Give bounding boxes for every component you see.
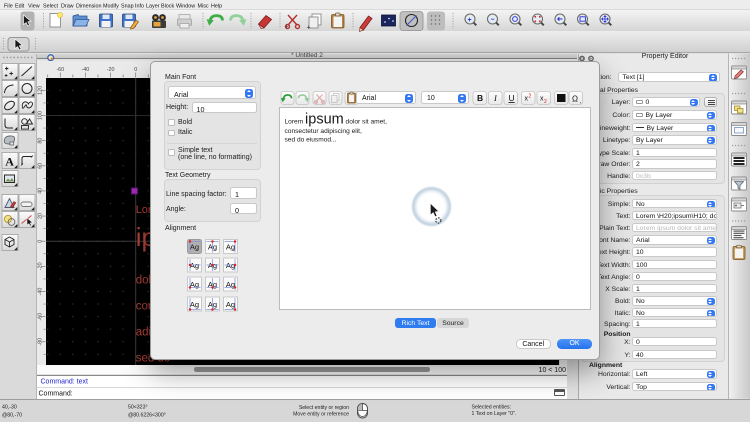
svg-text:40: 40 [38,187,44,193]
svg-text:@80,-70: @80,-70 [2,412,22,418]
svg-text:10 < 100: 10 < 100 [539,367,567,374]
svg-text:120: 120 [38,85,44,94]
svg-text:-20: -20 [107,67,115,73]
svg-text:60: 60 [38,162,44,168]
svg-text:Ag: Ag [226,242,235,251]
svg-text:50<323°: 50<323° [128,404,148,410]
svg-text:Ag: Ag [226,261,235,270]
svg-text:Lorem ipsum dolor sit amet,: Lorem ipsum dolor sit amet, [284,111,387,127]
svg-text:Ag: Ag [190,261,199,270]
svg-text:U: U [509,93,515,103]
svg-text:A: A [5,155,14,169]
svg-text:0: 0 [38,239,44,242]
svg-text:100: 100 [38,111,44,120]
svg-text:1 Text on Layer "0".: 1 Text on Layer "0". [472,411,517,417]
svg-text:B: B [477,93,483,103]
svg-text:2: 2 [544,99,547,105]
svg-text:Ag: Ag [226,300,235,309]
svg-text:sed do eiusmod...: sed do eiusmod... [284,136,336,143]
svg-text:-60: -60 [56,67,64,73]
svg-text:80: 80 [38,137,44,143]
svg-text:-20: -20 [38,262,44,270]
svg-text:Ω: Ω [572,94,578,103]
svg-text:+: + [285,25,289,31]
svg-text:Command:: Command: [39,390,73,397]
svg-text:Selected entities:: Selected entities: [472,404,512,410]
svg-text:-40: -40 [82,67,90,73]
svg-text:-60: -60 [38,312,44,320]
svg-text:Select entity or region: Select entity or region [299,405,349,411]
svg-text:20: 20 [38,213,44,219]
svg-text:2: 2 [529,93,532,99]
svg-text:Ag: Ag [190,242,199,251]
svg-text:+: + [468,17,472,24]
svg-text:Ag: Ag [190,300,199,309]
svg-text:−: − [491,17,495,24]
svg-text:Command: text: Command: text [41,378,89,385]
svg-text:0: 0 [134,67,137,73]
svg-text:+: + [307,25,311,32]
svg-text:@80.6226<300°: @80.6226<300° [128,412,166,418]
svg-text:Move entity or reference: Move entity or reference [293,411,349,417]
svg-text:-40: -40 [38,287,44,295]
svg-text:-80: -80 [38,337,44,345]
svg-text:40,-30: 40,-30 [2,404,17,410]
svg-text:consectetur adipiscing elit,: consectetur adipiscing elit, [284,128,362,135]
